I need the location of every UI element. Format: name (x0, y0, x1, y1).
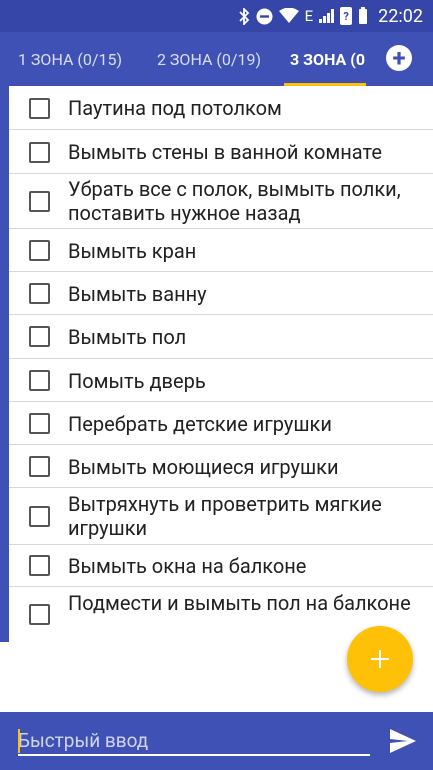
task-label: Вытряхнуть и проветрить мягкие игрушки (68, 492, 382, 540)
list-item[interactable]: Вытряхнуть и проветрить мягкие игрушки (9, 488, 433, 545)
task-label: Вымыть кран (68, 239, 197, 263)
task-label: Перебрать детские игрушки (68, 412, 332, 436)
add-task-fab[interactable] (347, 626, 413, 692)
list-item[interactable]: Вымыть стены в ванной комнате (9, 130, 433, 174)
task-checkbox[interactable] (29, 506, 50, 527)
add-zone-button[interactable]: + (386, 45, 412, 71)
task-label: Вымыть моющиеся игрушки (68, 455, 339, 479)
status-bar: E ? 22:02 (0, 0, 433, 32)
status-time: 22:02 (378, 5, 423, 27)
wifi-icon (278, 8, 299, 24)
send-button[interactable] (389, 728, 417, 754)
list-item[interactable]: Помыть дверь (9, 359, 433, 402)
task-label: Вымыть пол (68, 325, 187, 349)
task-checkbox[interactable] (29, 326, 50, 347)
text-caret (18, 729, 20, 753)
battery-level-icon (358, 7, 368, 25)
tab-label: 2 ЗОНА (0/19) (156, 49, 262, 69)
quick-input-field[interactable] (18, 726, 370, 756)
task-label: Убрать все с полок, вымыть полки, постав… (68, 177, 401, 225)
task-checkbox[interactable] (29, 283, 50, 304)
send-icon (390, 729, 416, 753)
tab-zone-2[interactable]: 2 ЗОНА (0/19) (140, 32, 278, 86)
tab-label: 1 ЗОНА (0/15) (17, 49, 123, 69)
zone-tab-bar: 1 ЗОНА (0/15) 2 ЗОНА (0/19) 3 ЗОНА (0 + (0, 32, 433, 86)
task-label: Вымыть окна на балконе (68, 554, 307, 578)
battery-label: ? (343, 9, 349, 23)
list-item[interactable]: Вымыть пол (9, 315, 433, 359)
task-checkbox[interactable] (29, 456, 50, 477)
list-item[interactable]: Убрать все с полок, вымыть полки, постав… (9, 174, 433, 229)
list-item[interactable]: Перебрать детские игрушки (9, 402, 433, 445)
task-label: Помыть дверь (68, 369, 206, 393)
plus-circle-icon: + (392, 44, 406, 72)
task-checkbox[interactable] (29, 555, 50, 576)
task-label: Паутина под потолком (68, 96, 282, 120)
list-item[interactable]: Вымыть окна на балконе (9, 545, 433, 587)
plus-icon (371, 650, 389, 668)
task-checkbox[interactable] (29, 98, 50, 119)
signal-icon (319, 9, 335, 23)
list-item[interactable]: Вымыть кран (9, 229, 433, 272)
task-list[interactable]: Паутина под потолком Вымыть стены в ванн… (0, 86, 433, 642)
task-checkbox[interactable] (29, 413, 50, 434)
task-checkbox[interactable] (29, 240, 50, 261)
tab-zone-1[interactable]: 1 ЗОНА (0/15) (0, 32, 140, 86)
tab-label: 3 ЗОНА (0 (290, 49, 366, 69)
tab-zone-3[interactable]: 3 ЗОНА (0 (284, 32, 366, 86)
network-type-label: E (304, 6, 314, 25)
list-item[interactable]: Вымыть моющиеся игрушки (9, 445, 433, 488)
list-item[interactable]: Паутина под потолком (9, 86, 433, 130)
bluetooth-icon (238, 7, 250, 25)
task-label: Подмести и вымыть пол на балконе (68, 591, 411, 615)
do-not-disturb-icon (256, 8, 273, 25)
task-checkbox[interactable] (29, 142, 50, 163)
task-checkbox[interactable] (29, 370, 50, 391)
task-label: Вымыть ванну (68, 282, 207, 306)
task-checkbox[interactable] (29, 604, 50, 625)
battery-icon: ? (340, 7, 353, 25)
list-item[interactable]: Вымыть ванну (9, 272, 433, 315)
task-label: Вымыть стены в ванной комнате (68, 140, 382, 164)
quick-input-bar (0, 712, 433, 770)
task-checkbox[interactable] (29, 191, 50, 212)
